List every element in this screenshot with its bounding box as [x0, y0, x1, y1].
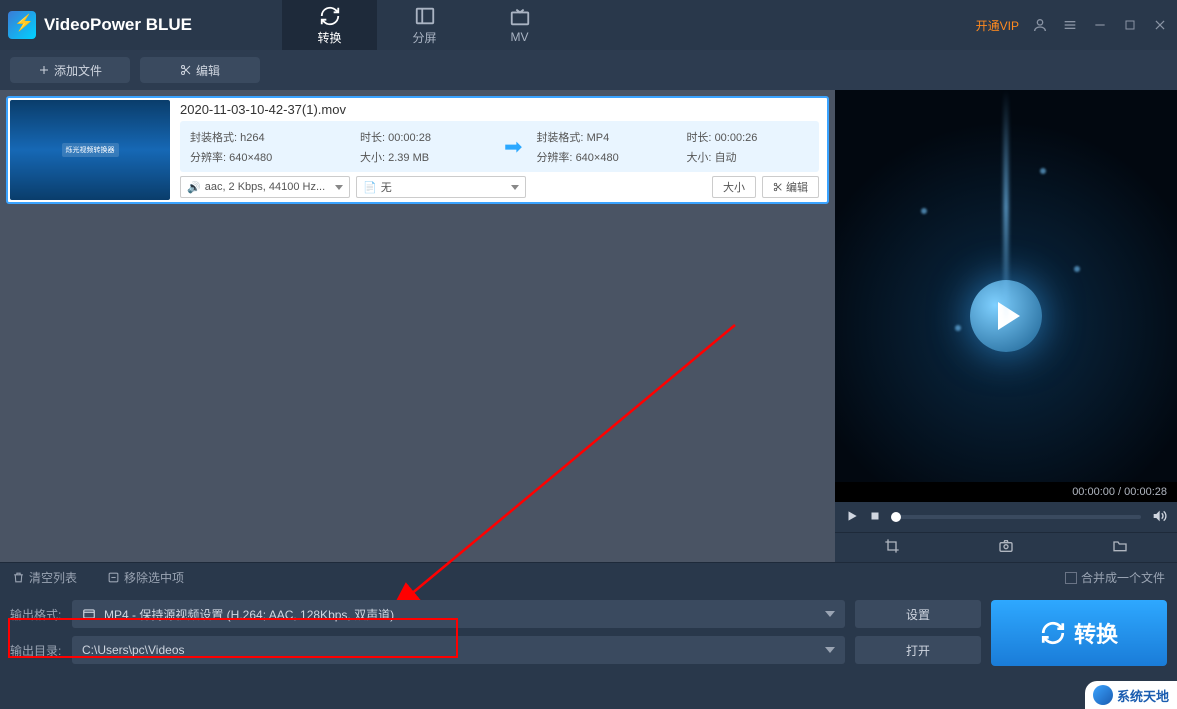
annotation-arrow: [395, 315, 745, 605]
output-dir-label: 输出目录:: [10, 642, 62, 659]
file-list-pane: 烁光视频转换器 2020-11-03-10-42-37(1).mov 封装格式:…: [0, 90, 835, 562]
maximize-button[interactable]: [1121, 16, 1139, 34]
convert-label: 转换: [1074, 617, 1118, 649]
size-button[interactable]: 大小: [712, 176, 756, 198]
refresh-icon: [319, 5, 341, 27]
tab-split-label: 分屏: [412, 29, 436, 46]
stop-button[interactable]: [869, 510, 881, 525]
snapshot-icon[interactable]: [998, 538, 1014, 557]
source-info: 封装格式: h264 分辨率: 640×480: [190, 129, 360, 165]
output-format-value: MP4 - 保持源视频设置 (H.264; AAC, 128Kbps, 双声道): [104, 606, 394, 623]
volume-icon[interactable]: [1151, 508, 1167, 527]
crop-icon[interactable]: [884, 538, 900, 557]
file-card-bottom: 🔊 aac, 2 Kbps, 44100 Hz... 📄 无 大小 编辑: [180, 176, 819, 198]
edit-label: 编辑: [196, 62, 220, 79]
source-info-2: 时长: 00:00:28 大小: 2.39 MB: [360, 129, 490, 165]
app-logo: VideoPower BLUE: [8, 11, 192, 39]
tab-mv[interactable]: MV: [472, 0, 567, 50]
tab-convert-label: 转换: [317, 29, 341, 46]
checkbox-icon: [1065, 572, 1077, 584]
close-button[interactable]: [1151, 16, 1169, 34]
player-controls: [835, 502, 1177, 532]
convert-button[interactable]: 转换: [991, 600, 1167, 666]
folder-icon[interactable]: [1112, 538, 1128, 557]
toolbar: 添加文件 编辑: [0, 50, 1177, 90]
top-nav: 转换 分屏 MV: [282, 0, 567, 50]
merge-checkbox[interactable]: 合并成一个文件: [1065, 569, 1165, 586]
merge-label: 合并成一个文件: [1081, 569, 1165, 586]
progress-bar[interactable]: [891, 515, 1141, 519]
plus-icon: [38, 64, 50, 76]
minimize-button[interactable]: [1091, 16, 1109, 34]
refresh-icon: [1040, 620, 1066, 646]
file-info: 封装格式: h264 分辨率: 640×480 时长: 00:00:28 大小:…: [180, 121, 819, 172]
output-dir-value: C:\Users\pc\Videos: [82, 643, 185, 657]
convert-arrow-icon: ➡: [504, 134, 522, 160]
clear-list-button[interactable]: 清空列表: [12, 569, 77, 586]
open-button[interactable]: 打开: [855, 636, 981, 664]
logo-icon: [8, 11, 36, 39]
menu-icon[interactable]: [1061, 16, 1079, 34]
tab-convert[interactable]: 转换: [282, 0, 377, 50]
tab-split[interactable]: 分屏: [377, 0, 472, 50]
bottom-panel: 输出格式: MP4 - 保持源视频设置 (H.264; AAC, 128Kbps…: [0, 592, 1177, 676]
preview-tools: [835, 532, 1177, 562]
edit-button[interactable]: 编辑: [140, 57, 260, 83]
target-info: 封装格式: MP4 分辨率: 640×480: [536, 129, 686, 165]
audio-icon: 🔊: [187, 181, 201, 194]
audio-select-value: aac, 2 Kbps, 44100 Hz...: [205, 181, 325, 193]
scissors-icon: [773, 182, 783, 192]
main-area: 烁光视频转换器 2020-11-03-10-42-37(1).mov 封装格式:…: [0, 90, 1177, 562]
thumb-caption: 烁光视频转换器: [62, 143, 119, 157]
titlebar-right: 开通VIP: [976, 16, 1169, 34]
file-card-body: 2020-11-03-10-42-37(1).mov 封装格式: h264 分辨…: [172, 98, 827, 202]
watermark-badge: 系统天地: [1085, 681, 1177, 709]
app-title: VideoPower BLUE: [44, 15, 192, 35]
titlebar: VideoPower BLUE 转换 分屏 MV 开通VIP: [0, 0, 1177, 50]
scissors-icon: [180, 64, 192, 76]
output-format-select[interactable]: MP4 - 保持源视频设置 (H.264; AAC, 128Kbps, 双声道): [72, 600, 845, 628]
file-thumbnail: 烁光视频转换器: [10, 100, 170, 200]
item-edit-button[interactable]: 编辑: [762, 176, 819, 198]
preview-timecode: 00:00:00 / 00:00:28: [835, 482, 1177, 502]
user-icon[interactable]: [1031, 16, 1049, 34]
file-name: 2020-11-03-10-42-37(1).mov: [180, 102, 819, 117]
target-info-2: 时长: 00:00:26 大小: 自动: [686, 129, 796, 165]
list-footer: 清空列表 移除选中项 合并成一个文件: [0, 562, 1177, 592]
settings-button[interactable]: 设置: [855, 600, 981, 628]
output-dir-row: 输出目录: C:\Users\pc\Videos: [10, 636, 845, 664]
file-card[interactable]: 烁光视频转换器 2020-11-03-10-42-37(1).mov 封装格式:…: [6, 96, 829, 204]
play-button[interactable]: [845, 509, 859, 526]
globe-icon: [1093, 685, 1113, 705]
remove-icon: [107, 571, 120, 584]
clear-list-label: 清空列表: [29, 569, 77, 586]
vip-link[interactable]: 开通VIP: [976, 17, 1019, 34]
output-dir-select[interactable]: C:\Users\pc\Videos: [72, 636, 845, 664]
subtitle-select[interactable]: 📄 无: [356, 176, 526, 198]
subtitle-icon: 📄: [363, 181, 377, 194]
watermark-text: 系统天地: [1117, 686, 1169, 705]
remove-selected-label: 移除选中项: [124, 569, 184, 586]
remove-selected-button[interactable]: 移除选中项: [107, 569, 184, 586]
split-icon: [414, 5, 436, 27]
trash-icon: [12, 571, 25, 584]
add-file-label: 添加文件: [54, 62, 102, 79]
tab-mv-label: MV: [511, 30, 529, 44]
preview-video[interactable]: [835, 90, 1177, 482]
add-file-button[interactable]: 添加文件: [10, 57, 130, 83]
format-icon: [82, 607, 96, 621]
subtitle-select-value: 无: [381, 179, 392, 195]
output-format-row: 输出格式: MP4 - 保持源视频设置 (H.264; AAC, 128Kbps…: [10, 600, 845, 628]
output-format-label: 输出格式:: [10, 606, 62, 623]
preview-pane: 00:00:00 / 00:00:28: [835, 90, 1177, 562]
progress-thumb[interactable]: [891, 512, 901, 522]
mv-icon: [509, 6, 531, 28]
audio-select[interactable]: 🔊 aac, 2 Kbps, 44100 Hz...: [180, 176, 350, 198]
